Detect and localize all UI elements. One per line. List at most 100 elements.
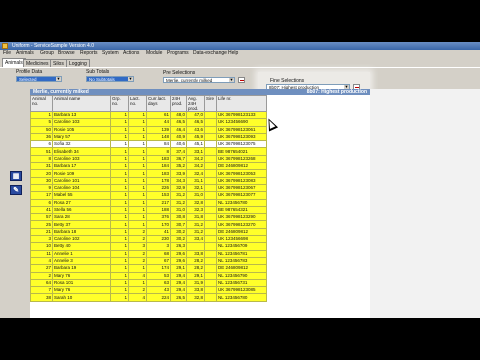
table-row[interactable]: 6 Rosa 27 1 1 217 31,2 32,8 NL 123456780 xyxy=(30,198,267,207)
cell-24h-prod: 31,0 xyxy=(170,205,187,215)
cell-curr-lact-days: 230 xyxy=(146,235,171,244)
cell-animal-name: Sara 28 xyxy=(52,213,111,222)
tab-medicines[interactable]: Medicines xyxy=(23,59,52,67)
cell-animal-name: Rosa 27 xyxy=(52,198,111,207)
menu-file[interactable]: File xyxy=(3,50,11,57)
cell-curr-lact-days: 174 xyxy=(146,264,171,273)
cell-curr-lact-days: 153 xyxy=(146,191,171,200)
cell-animal-no: 2 xyxy=(30,271,53,280)
cell-group-no: 1 xyxy=(110,293,129,302)
table-row[interactable]: 36 Mary 57 1 1 148 40,9 45,9 UK 367998123093 xyxy=(30,132,267,142)
table-row[interactable]: 6 Sofia 32 1 1 84 40,6 45,1 UK 367998123075 xyxy=(30,140,267,149)
col-curr-lact-days[interactable]: Curr.lact. days xyxy=(146,95,171,112)
table-row[interactable]: 64 Rosa 101 1 1 63 29,4 31,9 NL 123456731 xyxy=(30,278,267,288)
table-row[interactable]: 5 Caroline 103 1 1 44 46,5 46,5 UK 123456690 xyxy=(30,118,267,127)
cell-24h-prod: 48,0 xyxy=(170,110,187,120)
cell-group-no: 1 xyxy=(110,249,129,258)
table-row[interactable]: 51 Elisabeth 34 1 1 8 37,4 33,1 BE 987654021 xyxy=(30,147,267,156)
cell-animal-no: 10 xyxy=(30,242,53,251)
cell-life-no: UK 367998123075 xyxy=(216,140,267,149)
menu-browse[interactable]: Browse xyxy=(58,50,75,57)
cell-24h-prod: 26,5 xyxy=(170,293,187,302)
menu-reports[interactable]: Reports xyxy=(80,50,98,57)
table-row[interactable]: 2 Mary 76 1 4 53 29,4 29,1 NL 123456790 xyxy=(30,271,267,280)
col-lact-no[interactable]: Lact. no. xyxy=(128,95,147,112)
cell-24h-prod: 40,9 xyxy=(170,132,187,142)
table-row[interactable]: 41 Stella 56 1 1 188 31,0 32,3 BE 987654321 xyxy=(30,205,267,215)
cell-animal-no: 6 xyxy=(30,140,53,149)
table-row[interactable]: 38 Sarah 10 1 4 224 26,5 32,8 NL 123456780 xyxy=(30,293,267,302)
cell-lact-no: 2 xyxy=(128,235,147,244)
cell-animal-no: 51 xyxy=(30,147,53,156)
table-row[interactable]: 4 Annelie 3 1 2 67 29,6 28,2 NL 123456783 xyxy=(30,256,267,266)
table-row[interactable]: 27 Barbara 19 1 1 174 29,1 28,2 DE 246809812 xyxy=(30,264,267,273)
table-row[interactable]: 30 Caroline 101 1 1 178 34,3 31,1 UK 3679981230… xyxy=(30,176,267,185)
table-row[interactable]: 57 Sara 28 1 1 376 30,8 31,8 UK 367998123290 xyxy=(30,213,267,222)
tab-silos[interactable]: Silos xyxy=(50,59,67,67)
cell-avg-24h-prod: 33,1 xyxy=(186,147,205,156)
table-row[interactable]: 11 Annelie 1 1 2 68 29,6 33,8 NL 123456781 xyxy=(30,249,267,258)
cell-lact-no: 1 xyxy=(128,264,147,273)
table-row[interactable]: 3 Caroline 102 1 2 230 30,2 33,4 UK 123456698 xyxy=(30,235,267,244)
menu-module[interactable]: Module xyxy=(146,50,162,57)
table-body: 1 Barbara 13 1 1 61 48,0 47,0 UK 367998123133 5 C… xyxy=(30,110,267,302)
table-row[interactable]: 8 Caroline 103 1 1 183 36,7 34,2 UK 36799812326… xyxy=(30,154,267,164)
cell-24h-prod: 29,4 xyxy=(170,286,187,295)
table-row[interactable]: 10 Betty 40 1 3 3 26,3 NL 123456709 xyxy=(30,242,267,251)
cell-24h-prod: 36,7 xyxy=(170,154,187,164)
cell-life-no: BE 987654021 xyxy=(216,147,267,156)
cell-animal-no: 30 xyxy=(30,176,53,185)
col-group-no[interactable]: Grp. no. xyxy=(110,95,129,112)
table-row[interactable]: 17 Mabel 55 1 1 153 31,2 31,0 UK 367998123077 xyxy=(30,191,267,200)
cell-avg-24h-prod: 32,1 xyxy=(186,183,205,193)
table-row[interactable]: 1 Barbara 13 1 1 61 48,0 47,0 UK 367998123133 xyxy=(30,110,267,120)
menu-system[interactable]: System xyxy=(102,50,119,57)
cell-animal-name: Elisabeth 34 xyxy=(52,147,111,156)
remove-pre-selection-button[interactable] xyxy=(238,77,245,83)
col-animal-no[interactable]: Animal no. xyxy=(30,95,53,112)
cell-avg-24h-prod: 31,1 xyxy=(186,176,205,185)
col-life-no[interactable]: Life nr. xyxy=(216,95,267,112)
table-row[interactable]: 31 Barbara 17 1 1 184 35,2 34,2 DE 246809812 xyxy=(30,162,267,171)
cell-life-no: NL 123456780 xyxy=(216,293,267,302)
table-row[interactable]: 21 Barbara 18 1 2 41 30,2 31,2 DE 246809812 xyxy=(30,227,267,237)
cell-avg-24h-prod: 47,0 xyxy=(186,110,205,120)
menu-data-exchange[interactable]: Data-exchange xyxy=(193,50,227,57)
menu-animals[interactable]: Animals xyxy=(16,50,34,57)
cell-group-no: 1 xyxy=(110,198,129,207)
cell-avg-24h-prod xyxy=(186,242,205,251)
tab-logging[interactable]: Logging xyxy=(66,59,90,67)
profile-data-select[interactable]: Selected ▼ xyxy=(16,76,62,82)
col-animal-name[interactable]: Animal name xyxy=(52,95,111,112)
cell-life-no: NL 123456781 xyxy=(216,249,267,258)
cell-sire xyxy=(204,235,217,244)
cell-sire xyxy=(204,147,217,156)
pre-selections-select[interactable]: Merlie, currently milked ▼ xyxy=(163,77,235,83)
edit-icon[interactable]: ✎ xyxy=(10,185,22,195)
menu-programs[interactable]: Programs xyxy=(167,50,189,57)
col-sire[interactable]: Sire xyxy=(204,95,217,112)
sub-totals-select[interactable]: No Subtotals ▼ xyxy=(86,76,134,82)
cell-animal-no: 7 xyxy=(30,286,53,295)
menu-group[interactable]: Group xyxy=(40,50,54,57)
cell-lact-no: 1 xyxy=(128,205,147,215)
cell-avg-24h-prod: 33,4 xyxy=(186,235,205,244)
cell-24h-prod: 26,3 xyxy=(170,242,187,251)
cell-life-no: UK 123456698 xyxy=(216,235,267,244)
cell-group-no: 1 xyxy=(110,118,129,127)
cell-curr-lact-days: 376 xyxy=(146,213,171,222)
table-row[interactable]: 7 Mary 76 1 2 43 29,4 33,8 UK 367998123085 xyxy=(30,286,267,295)
col-24h-prod[interactable]: 24H prod. xyxy=(170,95,187,112)
menu-actions[interactable]: Actions xyxy=(123,50,139,57)
table-row[interactable]: 25 Betty 37 1 1 170 30,7 31,2 UK 367998123270 xyxy=(30,220,267,229)
table-row[interactable]: 9 Caroline 104 1 1 226 32,9 32,1 UK 36799812306… xyxy=(30,183,267,193)
table-row[interactable]: 50 Rosie 105 1 1 139 46,4 43,6 UK 367998123061 xyxy=(30,125,267,134)
cell-group-no: 1 xyxy=(110,278,129,288)
grid-icon[interactable]: ▦ xyxy=(10,171,22,181)
table-row[interactable]: 20 Rosie 109 1 1 183 33,9 32,4 UK 367998123053 xyxy=(30,169,267,178)
menu-help[interactable]: Help xyxy=(228,50,238,57)
cell-sire xyxy=(204,213,217,222)
cell-curr-lact-days: 44 xyxy=(146,118,171,127)
col-avg-24h-prod[interactable]: Avg. 24H prod. xyxy=(186,95,205,112)
cell-lact-no: 1 xyxy=(128,220,147,229)
